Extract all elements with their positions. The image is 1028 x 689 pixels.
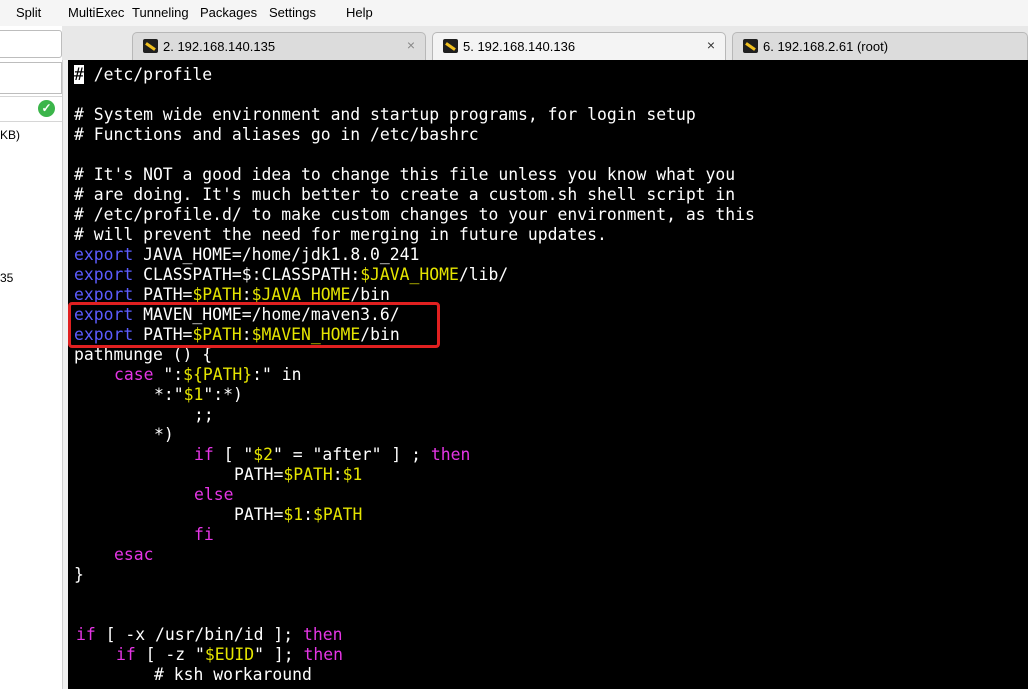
terminal-line: PATH=$PATH:$1 [234,465,363,484]
menu-multiexec[interactable]: MultiExec [68,5,124,20]
menu-tunneling[interactable]: Tunneling [132,5,189,20]
sidebar-search-input[interactable] [0,30,62,58]
terminal-line: esac [114,545,154,564]
terminal-line: # /etc/profile [74,65,213,84]
terminal-line: if [ -z "$EUID" ]; then [116,645,343,664]
terminal-line: # will prevent the need for merging in f… [74,225,607,244]
terminal-line: else [194,485,234,504]
terminal-line: # ksh workaround [154,665,312,684]
terminal-line: PATH=$1:$PATH [234,505,363,524]
menu-help[interactable]: Help [346,5,373,20]
menu-bar: Split MultiExec Tunneling Packages Setti… [0,0,1028,26]
terminal-line: if [ -x /usr/bin/id ]; then [76,625,343,644]
sidebar-ip-text: 35 [0,271,14,285]
menu-settings[interactable]: Settings [269,5,316,20]
terminal-line: # System wide environment and startup pr… [74,105,696,124]
tab-session-2[interactable]: 2. 192.168.140.135 × [132,32,426,60]
terminal-line: pathmunge () { [74,345,213,364]
terminal-icon [143,39,158,53]
sessions-sidebar: ✓ KB) 35 [0,26,63,689]
menu-packages[interactable]: Packages [200,5,257,20]
session-tab-bar: 2. 192.168.140.135 × 5. 192.168.140.136 … [62,26,1028,60]
close-icon[interactable]: × [407,37,415,53]
check-icon: ✓ [38,100,55,117]
terminal-line: export JAVA_HOME=/home/jdk1.8.0_241 [74,245,420,264]
terminal-icon [743,39,758,53]
terminal-line: # /etc/profile.d/ to make custom changes… [74,205,755,224]
terminal-line: # are doing. It's much better to create … [74,185,736,204]
terminal-line: *:"$1":*) [154,385,243,404]
terminal-line: # It's NOT a good idea to change this fi… [74,165,736,184]
menu-split[interactable]: Split [16,5,41,20]
terminal-line: # Functions and aliases go in /etc/bashr… [74,125,479,144]
sidebar-size-text: KB) [0,128,21,142]
highlight-box [68,302,440,348]
terminal-cursor: # [74,65,84,84]
terminal-line: fi [194,525,214,544]
sidebar-divider [0,96,62,97]
terminal-line: if [ "$2" = "after" ] ; then [194,445,471,464]
terminal-line: *) [154,425,174,444]
terminal-line: ;; [194,405,214,424]
sidebar-panel [0,62,62,94]
tab-session-6[interactable]: 6. 192.168.2.61 (root) [732,32,1028,60]
close-icon[interactable]: × [707,37,715,53]
terminal-icon [443,39,458,53]
terminal-line: } [74,565,84,584]
tab-session-5[interactable]: 5. 192.168.140.136 × [432,32,726,60]
terminal-output[interactable]: # /etc/profile # System wide environment… [68,60,1028,689]
terminal-line: case ":${PATH}:" in [114,365,302,384]
terminal-line: export CLASSPATH=$:CLASSPATH:$JAVA_HOME/… [74,265,509,284]
sidebar-divider [0,121,62,122]
